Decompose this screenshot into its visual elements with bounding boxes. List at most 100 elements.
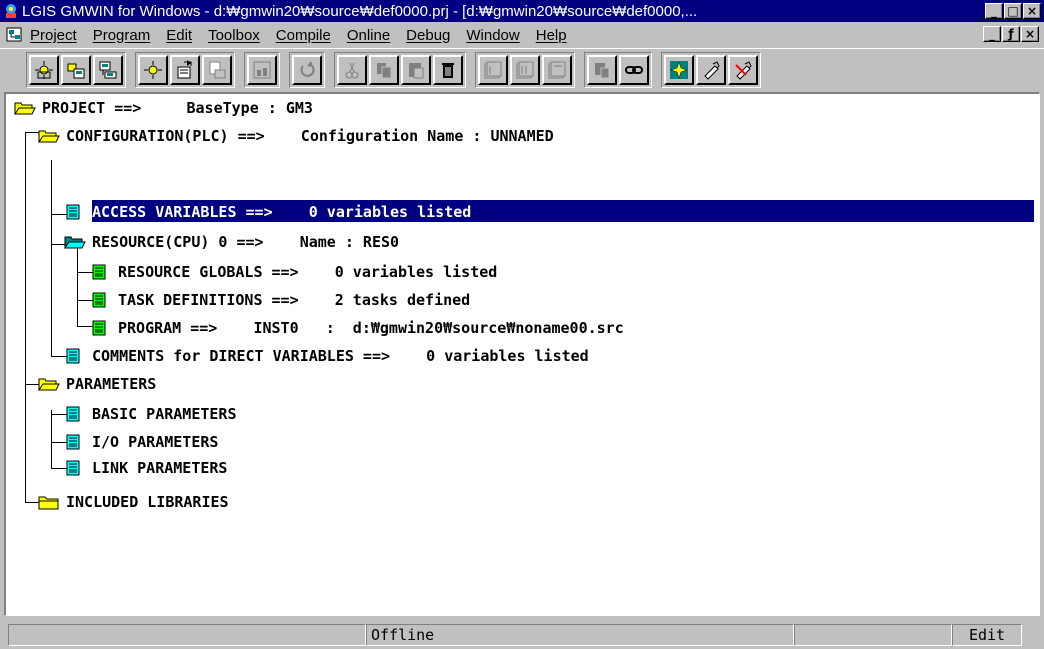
- project-tree[interactable]: PROJECT ==> BaseType : GM3 CONFIGURATION…: [4, 92, 1040, 616]
- save-program-button[interactable]: [202, 54, 232, 85]
- tree-node-label: PROJECT ==> BaseType : GM3: [42, 99, 313, 117]
- paste-icon: [409, 62, 424, 78]
- delete-icon: [442, 62, 454, 78]
- menu-debug[interactable]: Debug: [406, 27, 450, 44]
- paste-button[interactable]: [401, 54, 431, 85]
- status-panel-extra: [794, 623, 952, 646]
- menu-bar: Project Program Edit Toolbox Compile Onl…: [0, 22, 1044, 48]
- compile-all-button[interactable]: [510, 54, 540, 85]
- delete-button[interactable]: [433, 54, 463, 85]
- make-button[interactable]: [542, 54, 572, 85]
- disconnect-button[interactable]: [728, 54, 758, 85]
- tree-node-basic-parameters[interactable]: BASIC PARAMETERS: [64, 402, 237, 426]
- maximize-icon: □: [1007, 4, 1019, 18]
- tree-node-program[interactable]: PROGRAM ==> INST0 : d:₩gmwin20₩source₩no…: [90, 316, 624, 340]
- toolbar: [0, 48, 1044, 90]
- make-icon: [548, 61, 566, 78]
- open-project-button[interactable]: [61, 54, 91, 85]
- edit-mode-text: Edit: [968, 625, 1006, 644]
- minimize-icon: _: [991, 4, 997, 18]
- mdi-window-controls: _ ƒ ×: [983, 26, 1040, 42]
- maximize-button[interactable]: □: [1004, 3, 1022, 19]
- tree-node-task-definitions[interactable]: TASK DEFINITIONS ==> 2 tasks defined: [90, 288, 470, 312]
- tree-node-parameters[interactable]: PARAMETERS: [38, 372, 156, 396]
- disconnect-icon: [735, 60, 752, 80]
- save-project-button[interactable]: [93, 54, 123, 85]
- menu-online[interactable]: Online: [347, 27, 390, 44]
- variables-icon: [253, 61, 271, 78]
- tree-node-io-parameters[interactable]: I/O PARAMETERS: [64, 430, 218, 454]
- document-green-icon: [92, 292, 106, 308]
- open-folder-icon: [38, 378, 60, 391]
- menu-program[interactable]: Program: [93, 27, 151, 44]
- copy-button[interactable]: [369, 54, 399, 85]
- close-button[interactable]: ×: [1023, 3, 1041, 19]
- minimize-button[interactable]: _: [985, 3, 1003, 19]
- tree-node-label: INCLUDED LIBRARIES: [66, 493, 229, 511]
- tree-node-included-libraries[interactable]: INCLUDED LIBRARIES: [38, 490, 229, 514]
- mdi-close-button[interactable]: ×: [1021, 26, 1039, 42]
- cut-button[interactable]: [337, 54, 367, 85]
- compile-icon: [484, 61, 502, 78]
- tree-node-label: RESOURCE GLOBALS ==> 0 variables listed: [118, 263, 498, 281]
- status-panel-mode: Offline: [366, 623, 794, 646]
- document-cyan-icon: [66, 434, 80, 450]
- tree-node-label: PROGRAM ==> INST0 : d:₩gmwin20₩source₩no…: [118, 319, 624, 337]
- new-project-button[interactable]: [29, 54, 59, 85]
- toolbar-group-program: [135, 51, 235, 88]
- toolbar-group-debug: [661, 51, 761, 88]
- tree-node-access-variables[interactable]: ACCESS VARIABLES ==> 0 variables listed: [64, 200, 471, 224]
- copy-icon: [377, 62, 392, 78]
- tree-node-configuration[interactable]: CONFIGURATION(PLC) ==> Configuration Nam…: [38, 124, 554, 148]
- tree-node-link-parameters[interactable]: LINK PARAMETERS: [64, 456, 227, 480]
- menu-edit[interactable]: Edit: [166, 27, 192, 44]
- undo-button[interactable]: [292, 54, 322, 85]
- closed-folder-icon: [38, 496, 59, 510]
- app-icon[interactable]: [3, 3, 19, 19]
- menu-project[interactable]: Project: [30, 27, 77, 44]
- title-bar: LGIS GMWIN for Windows - d:₩gmwin20₩sour…: [0, 0, 1044, 22]
- document-cyan-icon: [66, 204, 80, 220]
- document-icon[interactable]: [6, 27, 24, 43]
- tree-node-label: LINK PARAMETERS: [92, 459, 228, 477]
- tree-node-resource[interactable]: RESOURCE(CPU) 0 ==> Name : RES0: [64, 230, 399, 254]
- connect-icon: [704, 60, 720, 80]
- menu-help[interactable]: Help: [536, 27, 567, 44]
- cut-icon: [345, 62, 359, 78]
- variables-button[interactable]: [247, 54, 277, 85]
- open-project-icon: [67, 63, 85, 78]
- status-panel-edit: Edit: [952, 623, 1022, 646]
- toolbar-group-edit: [334, 51, 466, 88]
- open-folder-icon: [64, 236, 86, 249]
- tree-node-label: BASIC PARAMETERS: [92, 405, 237, 423]
- monitor-button[interactable]: [664, 54, 694, 85]
- tree-node-label: CONFIGURATION(PLC) ==> Configuration Nam…: [66, 127, 554, 145]
- open-program-button[interactable]: [170, 54, 200, 85]
- link-icon: [625, 65, 643, 74]
- new-program-button[interactable]: [138, 54, 168, 85]
- tree-node-label: ACCESS VARIABLES ==> 0 variables listed: [92, 203, 472, 221]
- tree-node-resource-globals[interactable]: RESOURCE GLOBALS ==> 0 variables listed: [90, 260, 497, 284]
- toolbar-group-variables: [244, 51, 280, 88]
- close-icon: ×: [1026, 4, 1038, 18]
- tree-node-label: RESOURCE(CPU) 0 ==> Name : RES0: [92, 233, 400, 251]
- toolbar-group-online: [584, 51, 652, 88]
- link-button[interactable]: [619, 54, 649, 85]
- connect-button[interactable]: [696, 54, 726, 85]
- compile-button[interactable]: [478, 54, 508, 85]
- mdi-minimize-button[interactable]: _: [983, 26, 1001, 42]
- tree-node-project[interactable]: PROJECT ==> BaseType : GM3: [14, 96, 313, 120]
- monitor-icon: [670, 60, 688, 79]
- menu-window[interactable]: Window: [466, 27, 519, 44]
- toolbar-group-project: [26, 51, 126, 88]
- download-button[interactable]: [587, 54, 617, 85]
- minimize-icon: _: [989, 27, 995, 41]
- mdi-restore-button[interactable]: ƒ: [1002, 26, 1020, 42]
- save-program-icon: [209, 61, 226, 78]
- compile-all-icon: [516, 61, 534, 78]
- menu-compile[interactable]: Compile: [276, 27, 331, 44]
- save-project-icon: [99, 61, 117, 78]
- tree-node-label: TASK DEFINITIONS ==> 2 tasks defined: [118, 291, 471, 309]
- menu-toolbox[interactable]: Toolbox: [208, 27, 260, 44]
- tree-node-comments[interactable]: COMMENTS for DIRECT VARIABLES ==> 0 vari…: [64, 344, 589, 368]
